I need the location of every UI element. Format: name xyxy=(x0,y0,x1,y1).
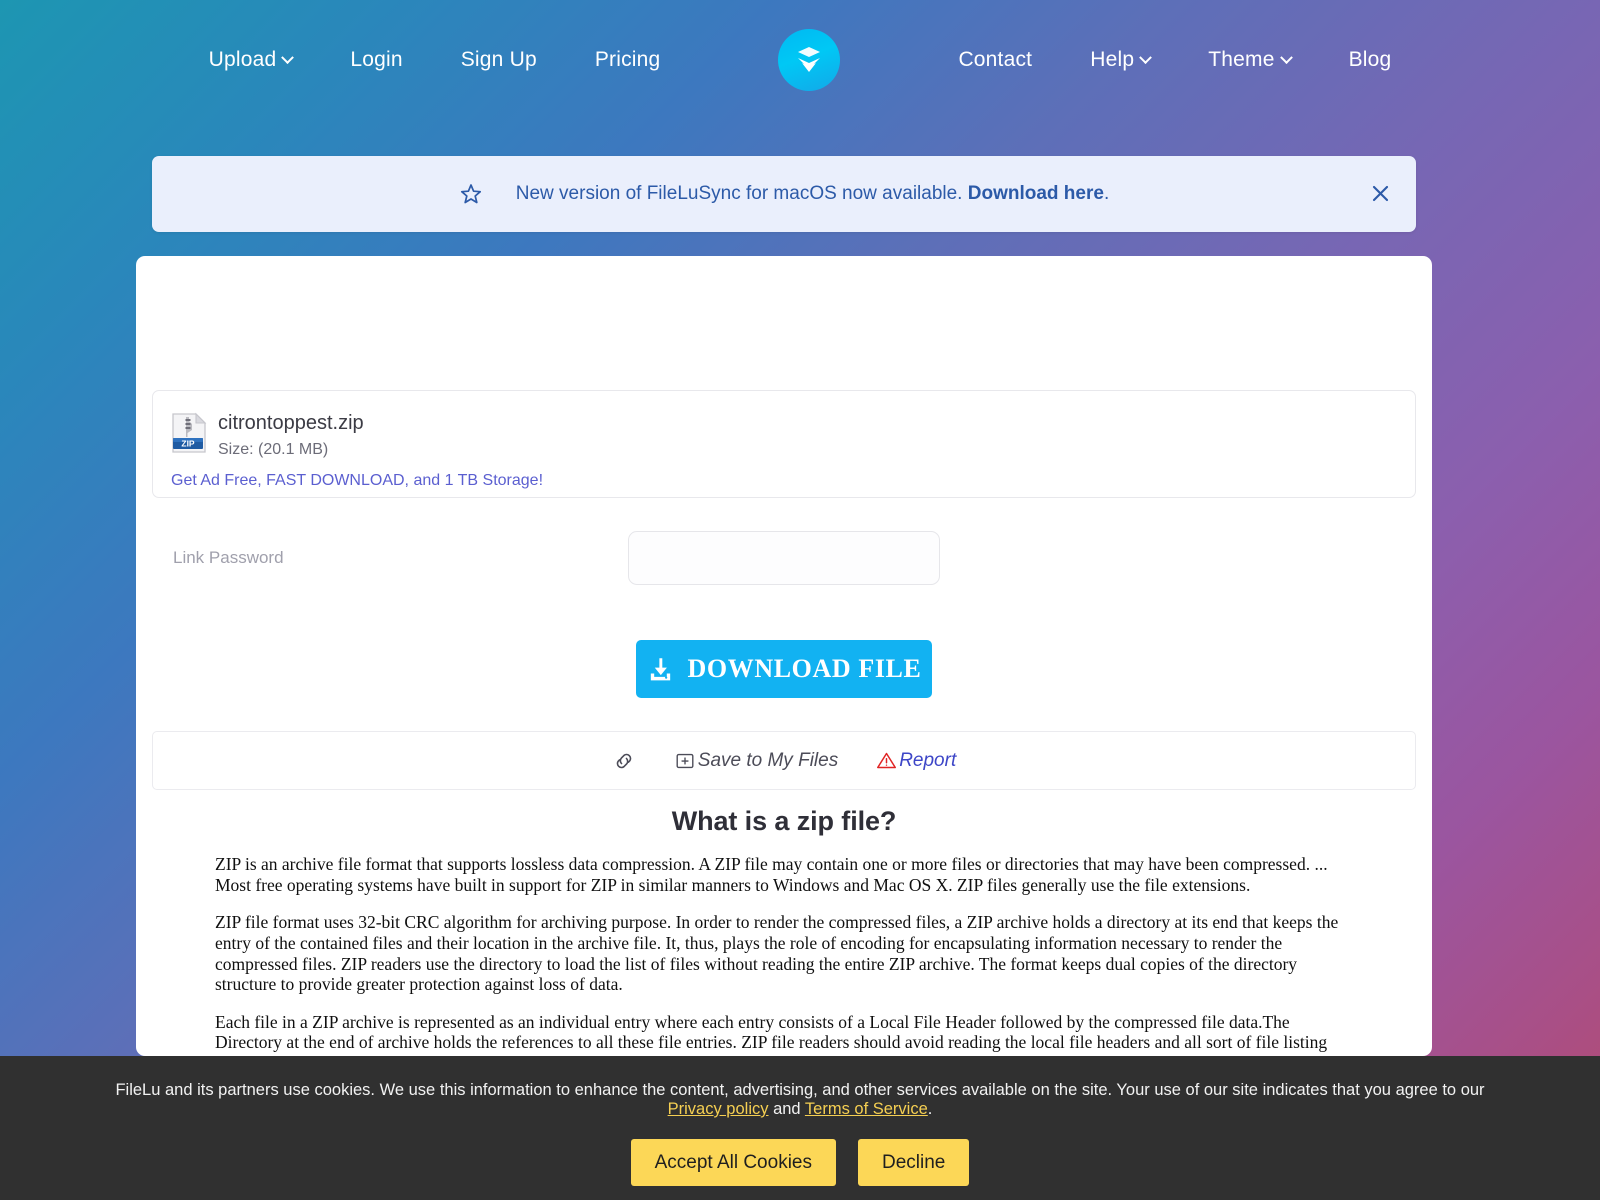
cookie-text-part-2: and xyxy=(768,1100,805,1118)
save-to-my-files-label: Save to My Files xyxy=(697,749,839,771)
nav-item-contact[interactable]: Contact xyxy=(958,48,1032,72)
nav-item-label: Sign Up xyxy=(460,48,537,71)
top-navigation: Upload Login Sign Up Pricing Contact Hel… xyxy=(0,0,1600,120)
decline-cookies-button[interactable]: Decline xyxy=(857,1139,970,1186)
close-icon xyxy=(1372,185,1388,201)
chevron-down-icon xyxy=(281,50,295,64)
nav-item-label: Blog xyxy=(1348,48,1392,71)
link-password-row: Link Password xyxy=(152,531,1416,585)
nav-item-label: Pricing xyxy=(594,48,661,71)
nav-left-group: Upload Login Sign Up Pricing xyxy=(209,48,661,72)
link-icon xyxy=(616,753,632,768)
nav-item-sign-up[interactable]: Sign Up xyxy=(461,48,537,72)
download-icon xyxy=(650,657,670,680)
svg-text:ZIP: ZIP xyxy=(181,439,195,449)
cookie-text-part-3: . xyxy=(927,1100,933,1118)
copy-link-button[interactable] xyxy=(612,749,636,773)
download-button-wrap: DOWNLOAD FILE xyxy=(152,640,1416,698)
chevron-down-icon xyxy=(1139,50,1153,64)
zip-article: What is a zip file? ZIP is an archive fi… xyxy=(152,806,1416,1056)
nav-item-label: Login xyxy=(350,48,403,71)
privacy-policy-link[interactable]: Privacy policy xyxy=(668,1100,769,1118)
chevron-down-icon xyxy=(1279,50,1293,64)
report-button[interactable]: Report xyxy=(876,750,956,772)
article-paragraph: Each file in a ZIP archive is represente… xyxy=(215,1011,1341,1056)
download-card: ZIP citrontoppest.zip Size: (20.1 MB) Ge… xyxy=(136,256,1432,1056)
link-password-label: Link Password xyxy=(173,548,284,567)
zip-file-icon: ZIP xyxy=(172,412,207,453)
file-size: Size: (20.1 MB) xyxy=(218,441,329,458)
file-action-bar: Save to My Files Report xyxy=(152,731,1416,790)
file-row: ZIP citrontoppest.zip Size: (20.1 MB) xyxy=(171,410,1393,459)
article-heading: What is a zip file? xyxy=(671,806,897,836)
download-file-button[interactable]: DOWNLOAD FILE xyxy=(636,640,932,698)
link-password-input[interactable] xyxy=(628,531,940,585)
nav-item-label: Upload xyxy=(208,48,277,71)
card-padding: ZIP citrontoppest.zip Size: (20.1 MB) Ge… xyxy=(136,390,1432,1056)
nav-item-upload[interactable]: Upload xyxy=(208,48,295,72)
cookie-buttons: Accept All Cookies Decline xyxy=(630,1139,970,1186)
star-icon xyxy=(460,184,481,204)
nav-right-group: Contact Help Theme Blog xyxy=(958,48,1391,72)
article-paragraph: ZIP file format uses 32-bit CRC algorith… xyxy=(215,912,1339,995)
cookie-consent-text: FileLu and its partners use cookies. We … xyxy=(90,1081,1510,1119)
folder-plus-icon xyxy=(676,753,694,768)
nav-item-blog[interactable]: Blog xyxy=(1349,48,1392,72)
nav-item-theme[interactable]: Theme xyxy=(1208,48,1293,72)
cookie-consent-bar: FileLu and its partners use cookies. We … xyxy=(0,1056,1600,1200)
save-to-my-files-button[interactable]: Save to My Files xyxy=(674,750,838,772)
announcement-text-before: New version of FileLuSync for macOS now … xyxy=(515,183,968,204)
article-paragraph: ZIP is an archive file format that suppo… xyxy=(215,854,1328,895)
cookie-text-part-1: FileLu and its partners use cookies. We … xyxy=(115,1081,1485,1099)
report-label: Report xyxy=(899,749,957,771)
terms-of-service-link[interactable]: Terms of Service xyxy=(805,1100,928,1118)
nav-item-help[interactable]: Help xyxy=(1090,48,1153,72)
site-logo[interactable] xyxy=(778,29,841,91)
promo-upgrade-link[interactable]: Get Ad Free, FAST DOWNLOAD, and 1 TB Sto… xyxy=(171,472,1393,490)
filelu-logo-icon xyxy=(798,47,821,72)
nav-item-label: Help xyxy=(1090,48,1135,71)
announcement-text-after: . xyxy=(1103,183,1110,204)
file-info-box: ZIP citrontoppest.zip Size: (20.1 MB) Ge… xyxy=(152,390,1416,498)
nav-item-label: Contact xyxy=(958,48,1033,71)
download-button-label: DOWNLOAD FILE xyxy=(687,654,922,683)
nav-item-label: Theme xyxy=(1208,48,1275,71)
nav-item-pricing[interactable]: Pricing xyxy=(595,48,661,72)
nav-item-login[interactable]: Login xyxy=(350,48,402,72)
announcement-download-link[interactable]: Download here xyxy=(968,183,1104,204)
announcement-close-button[interactable] xyxy=(1366,179,1394,207)
announcement-text: New version of FileLuSync for macOS now … xyxy=(516,183,1109,205)
accept-all-cookies-button[interactable]: Accept All Cookies xyxy=(630,1139,836,1186)
announcement-banner: New version of FileLuSync for macOS now … xyxy=(152,156,1416,232)
announcement-content: New version of FileLuSync for macOS now … xyxy=(459,182,1109,206)
file-name: citrontoppest.zip xyxy=(218,412,364,434)
file-meta: citrontoppest.zip Size: (20.1 MB) xyxy=(218,410,364,459)
warning-triangle-icon xyxy=(877,752,897,769)
